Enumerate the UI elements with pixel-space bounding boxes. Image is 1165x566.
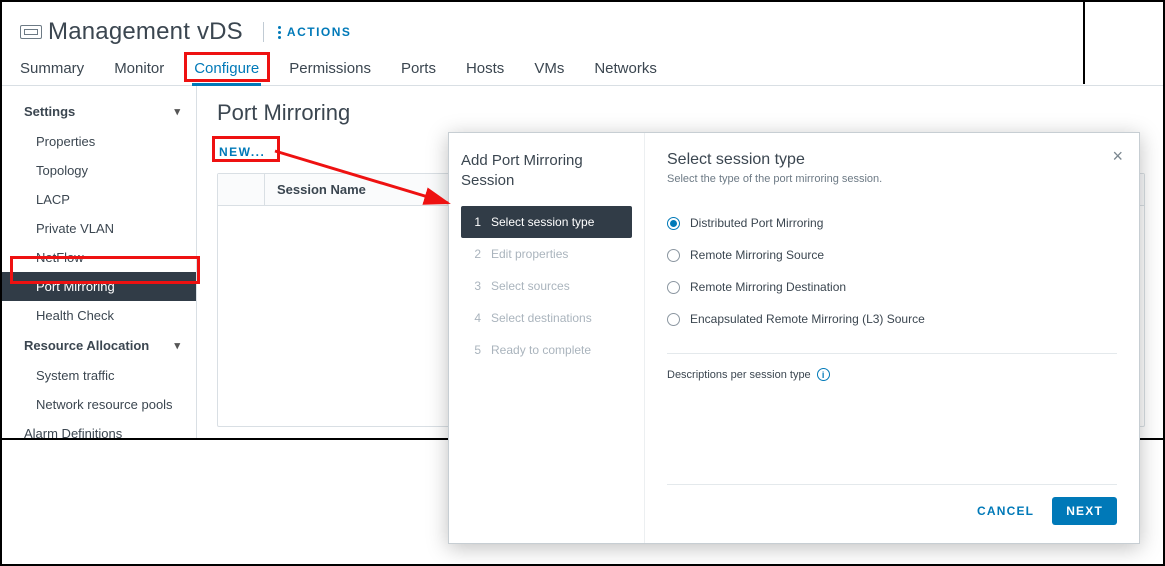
session-type-option[interactable]: Encapsulated Remote Mirroring (L3) Sourc…	[667, 303, 1117, 335]
tab-vms[interactable]: VMs	[534, 60, 564, 85]
descriptions-label: Descriptions per session type	[667, 369, 811, 381]
wizard-step: 2 Edit properties	[461, 238, 632, 270]
nav-properties[interactable]: Properties	[0, 127, 196, 156]
tab-hosts[interactable]: Hosts	[466, 60, 504, 85]
nav-group-header[interactable]: Resource Allocation▾	[0, 330, 196, 361]
nav-lacp[interactable]: LACP	[0, 185, 196, 214]
tab-ports[interactable]: Ports	[401, 60, 436, 85]
grid-checkbox-col	[218, 174, 264, 205]
wizard-step: 4 Select destinations	[461, 302, 632, 334]
wizard-step: 5 Ready to complete	[461, 334, 632, 366]
radio-icon	[667, 281, 680, 294]
dialog-step-subtitle: Select the type of the port mirroring se…	[667, 173, 1117, 185]
nav-health-check[interactable]: Health Check	[0, 301, 196, 330]
separator	[263, 22, 264, 42]
tab-summary[interactable]: Summary	[20, 60, 84, 85]
add-port-mirroring-dialog: Add Port Mirroring Session 1 Select sessi…	[448, 132, 1140, 544]
step-label: Edit properties	[491, 247, 568, 261]
tab-monitor[interactable]: Monitor	[114, 60, 164, 85]
dialog-footer: CANCEL NEXT	[667, 484, 1117, 525]
option-label: Remote Mirroring Source	[690, 248, 824, 262]
step-label: Select destinations	[491, 311, 592, 325]
tab-permissions[interactable]: Permissions	[289, 60, 371, 85]
option-label: Remote Mirroring Destination	[690, 280, 846, 294]
chevron-down-icon: ▾	[174, 339, 180, 352]
nav-system-traffic[interactable]: System traffic	[0, 361, 196, 390]
nav-netflow[interactable]: NetFlow	[0, 243, 196, 272]
option-label: Distributed Port Mirroring	[690, 216, 823, 230]
dialog-step-title: Select session type	[667, 151, 1117, 169]
chevron-down-icon: ▾	[174, 105, 180, 118]
descriptions-link[interactable]: Descriptions per session type i	[667, 353, 1117, 381]
step-number: 3	[471, 279, 481, 293]
session-type-option[interactable]: Distributed Port Mirroring	[667, 207, 1117, 239]
page-title: Management vDS	[48, 18, 243, 46]
step-number: 4	[471, 311, 481, 325]
step-label: Select session type	[491, 215, 594, 229]
session-type-option[interactable]: Remote Mirroring Destination	[667, 271, 1117, 303]
next-button[interactable]: NEXT	[1052, 497, 1117, 525]
dialog-steps-pane: Add Port Mirroring Session 1 Select sessi…	[449, 133, 645, 543]
frame-right-gap	[1083, 2, 1163, 84]
nav-group-header[interactable]: Settings▾	[0, 96, 196, 127]
step-number: 2	[471, 247, 481, 261]
nav-topology[interactable]: Topology	[0, 156, 196, 185]
tab-configure[interactable]: Configure	[194, 60, 259, 85]
step-label: Select sources	[491, 279, 570, 293]
page-header: Management vDS ACTIONS Summary Monitor Con…	[0, 0, 1165, 86]
session-type-option[interactable]: Remote Mirroring Source	[667, 239, 1117, 271]
radio-icon	[667, 217, 680, 230]
new-session-button[interactable]: NEW...	[217, 145, 267, 159]
wizard-step[interactable]: 1 Select session type	[461, 206, 632, 238]
close-icon[interactable]: ×	[1112, 147, 1123, 165]
radio-icon	[667, 249, 680, 262]
vds-icon	[20, 25, 42, 39]
tab-networks[interactable]: Networks	[594, 60, 657, 85]
step-number: 5	[471, 343, 481, 357]
tab-bar: Summary Monitor Configure Permissions Ports H…	[0, 46, 1165, 86]
dialog-content-pane: × Select session type Select the type of…	[645, 133, 1139, 543]
nav-port-mirroring[interactable]: Port Mirroring	[0, 272, 196, 301]
cancel-button[interactable]: CANCEL	[977, 504, 1034, 518]
step-label: Ready to complete	[491, 343, 591, 357]
radio-icon	[667, 313, 680, 326]
info-icon: i	[817, 368, 830, 381]
dialog-title: Add Port Mirroring Session	[461, 151, 632, 190]
actions-menu[interactable]: ACTIONS	[278, 25, 352, 39]
actions-label: ACTIONS	[287, 25, 352, 39]
nav-private-vlan[interactable]: Private VLAN	[0, 214, 196, 243]
wizard-step: 3 Select sources	[461, 270, 632, 302]
option-label: Encapsulated Remote Mirroring (L3) Sourc…	[690, 312, 925, 326]
actions-dots-icon	[278, 26, 281, 39]
nav-network-resource-pools[interactable]: Network resource pools	[0, 390, 196, 419]
step-number: 1	[471, 215, 481, 229]
content-title: Port Mirroring	[217, 100, 1145, 126]
